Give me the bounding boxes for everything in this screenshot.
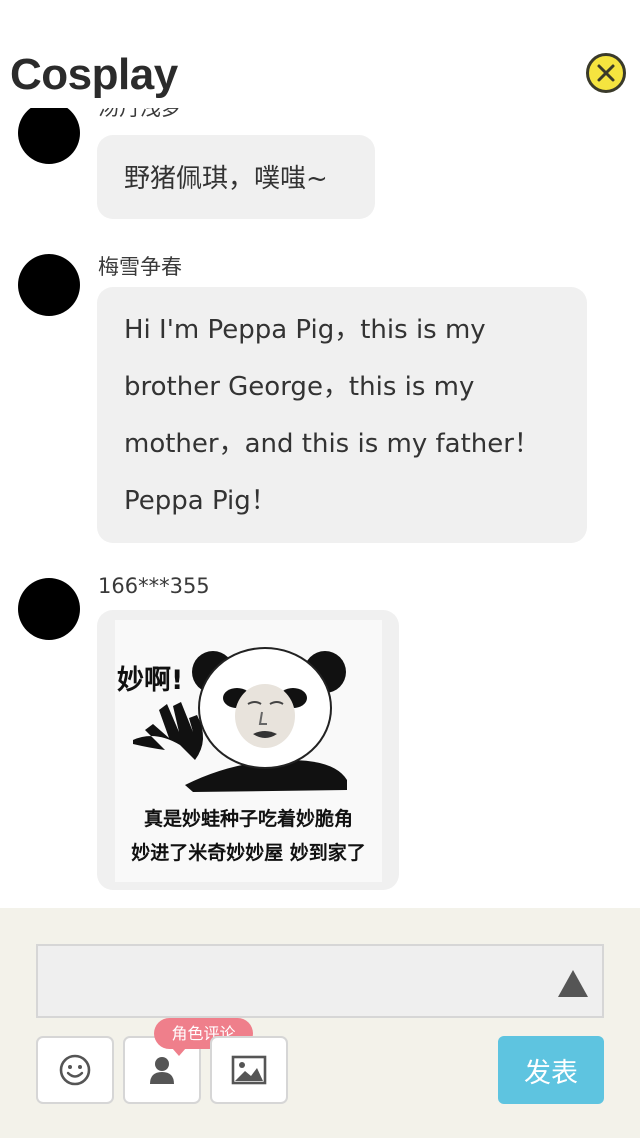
meme-exclaim-text: 妙啊! — [117, 665, 184, 696]
message-text: 野猪佩琪，噗嗤~ — [124, 164, 328, 194]
close-button[interactable] — [586, 53, 626, 93]
message-text-line: Hi I'm Peppa Pig，this is my — [124, 315, 486, 345]
avatar[interactable] — [18, 254, 80, 316]
smiley-icon — [59, 1054, 91, 1086]
meme-image[interactable]: 妙啊! 真是妙蛙种子吃着妙脆角 妙进了米奇妙妙屋 妙到家了 — [115, 620, 382, 882]
avatar[interactable] — [18, 578, 80, 640]
comment-input-box[interactable] — [36, 944, 604, 1018]
person-icon — [150, 1057, 174, 1084]
emoji-button[interactable] — [36, 1036, 114, 1104]
message-text-line: Peppa Pig！ — [124, 486, 277, 516]
comment-composer: 角色评论 发表 — [0, 908, 640, 1138]
image-button[interactable] — [210, 1036, 288, 1104]
message-text-line: mother，and this is my father！ — [124, 429, 540, 459]
message-bubble: Hi I'm Peppa Pig，this is my brother Geor… — [97, 287, 587, 543]
avatar[interactable] — [18, 108, 80, 164]
comment-input[interactable] — [48, 956, 548, 1006]
comment-feed[interactable]: 汤丹浅梦 野猪佩琪，噗嗤~ 梅雪争春 Hi I'm Peppa Pig，this… — [0, 108, 640, 908]
image-icon — [231, 1055, 267, 1085]
close-icon — [597, 64, 615, 82]
message-bubble: 野猪佩琪，噗嗤~ — [97, 135, 375, 219]
page-title: Cosplay — [10, 50, 178, 99]
meme-caption-line: 真是妙蛙种子吃着妙脆角 — [143, 808, 353, 830]
username: 汤丹浅梦 — [98, 108, 182, 120]
username: 166***355 — [98, 574, 210, 598]
triangle-up-icon[interactable] — [558, 970, 588, 997]
meme-caption-line: 妙进了米奇妙妙屋 妙到家了 — [131, 842, 366, 864]
message-text-line: brother George，this is my — [124, 372, 475, 402]
publish-button[interactable]: 发表 — [498, 1036, 604, 1104]
username: 梅雪争春 — [98, 255, 182, 279]
